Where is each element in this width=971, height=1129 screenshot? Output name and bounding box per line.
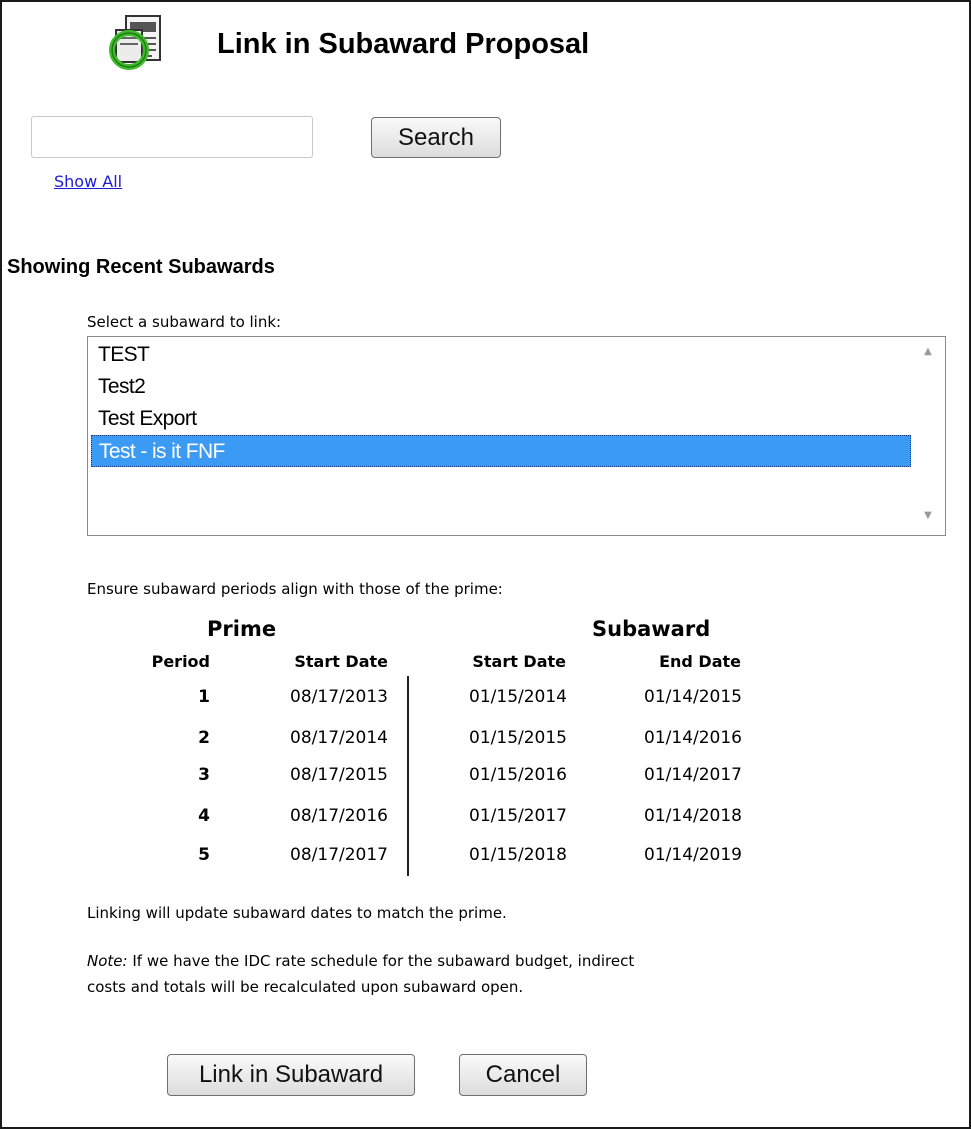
sub-end-cell: 01/14/2016 [644, 728, 742, 748]
sub-end-cell: 01/14/2019 [644, 845, 742, 865]
cancel-button[interactable]: Cancel [459, 1054, 587, 1096]
prime-heading: Prime [207, 617, 277, 641]
period-cell: 5 [198, 845, 210, 865]
search-button[interactable]: Search [371, 117, 501, 158]
list-item[interactable]: Test2 [91, 371, 911, 403]
scroll-up-icon[interactable]: ▲ [911, 343, 945, 361]
search-input[interactable] [31, 116, 313, 158]
col-sub-end: End Date [659, 652, 741, 671]
subaward-listbox[interactable]: TEST Test2 Test Export Test - is it FNF … [87, 336, 946, 536]
align-instruction: Ensure subaward periods align with those… [87, 580, 503, 598]
col-prime-start: Start Date [294, 652, 388, 671]
sub-start-cell: 01/15/2018 [469, 845, 567, 865]
sub-start-cell: 01/15/2015 [469, 728, 567, 748]
prime-start-cell: 08/17/2015 [290, 765, 388, 785]
prime-start-cell: 08/17/2014 [290, 728, 388, 748]
idc-note-line1: Note: If we have the IDC rate schedule f… [87, 952, 634, 970]
section-heading: Showing Recent Subawards [7, 256, 275, 278]
update-notice: Linking will update subaward dates to ma… [87, 904, 507, 922]
list-item[interactable]: Test Export [91, 403, 911, 435]
scroll-down-icon[interactable]: ▼ [911, 507, 945, 525]
sub-start-cell: 01/15/2016 [469, 765, 567, 785]
sub-start-cell: 01/15/2014 [469, 687, 567, 707]
column-divider [407, 676, 409, 876]
idc-note-line2: costs and totals will be recalculated up… [87, 978, 524, 996]
prime-start-cell: 08/17/2013 [290, 687, 388, 707]
note-text: If we have the IDC rate schedule for the… [132, 952, 635, 970]
sub-end-cell: 01/14/2018 [644, 806, 742, 826]
period-cell: 3 [198, 765, 210, 785]
sub-end-cell: 01/14/2015 [644, 687, 742, 707]
period-cell: 4 [198, 806, 210, 826]
subaward-heading: Subaward [592, 617, 711, 641]
sub-start-cell: 01/15/2017 [469, 806, 567, 826]
select-label: Select a subaward to link: [87, 313, 282, 331]
sub-end-cell: 01/14/2017 [644, 765, 742, 785]
prime-start-cell: 08/17/2017 [290, 845, 388, 865]
col-period: Period [151, 652, 210, 671]
show-all-link[interactable]: Show All [54, 172, 122, 191]
document-link-icon [104, 12, 170, 74]
prime-start-cell: 08/17/2016 [290, 806, 388, 826]
list-item[interactable]: TEST [91, 339, 911, 371]
listbox-scrollbar[interactable]: ▲ ▼ [911, 337, 945, 535]
note-label: Note: [87, 952, 128, 970]
period-cell: 1 [198, 687, 210, 707]
link-in-subaward-button[interactable]: Link in Subaward [167, 1054, 415, 1096]
col-sub-start: Start Date [472, 652, 566, 671]
list-item-selected[interactable]: Test - is it FNF [91, 435, 911, 467]
period-cell: 2 [198, 728, 210, 748]
dialog-title: Link in Subaward Proposal [217, 28, 590, 60]
